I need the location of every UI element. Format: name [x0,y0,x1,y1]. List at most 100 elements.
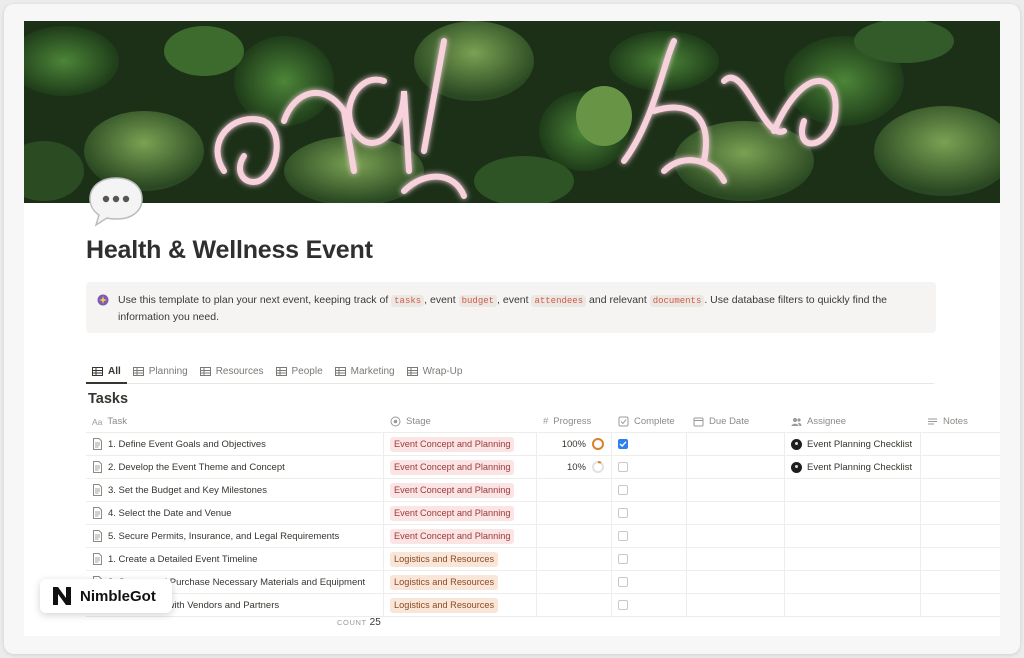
progress-cell[interactable] [537,594,612,616]
assignee-cell[interactable] [785,525,921,547]
callout-text: , event [497,294,532,306]
column-task[interactable]: Aa Task [86,411,384,432]
table-row[interactable]: 2. Source and Purchase Necessary Materia… [86,571,1000,594]
table-row[interactable]: 5. Secure Permits, Insurance, and Legal … [86,525,1000,548]
notes-cell[interactable] [921,479,1000,501]
column-due-date[interactable]: Due Date [687,411,785,432]
stage-cell[interactable]: Event Concept and Planning [384,479,537,501]
due-date-cell[interactable] [687,502,785,524]
progress-cell[interactable]: 10% [537,456,612,478]
stage-cell[interactable]: Event Concept and Planning [384,502,537,524]
notes-cell[interactable] [921,502,1000,524]
complete-checkbox[interactable] [618,485,628,495]
due-date-cell[interactable] [687,548,785,570]
task-cell[interactable]: 4. Select the Date and Venue [86,502,384,524]
text-property-icon: Aa [92,416,103,427]
task-name[interactable]: 3. Set the Budget and Key Milestones [108,485,267,496]
number-property-icon: # [543,416,549,427]
task-name[interactable]: 4. Select the Date and Venue [108,508,232,519]
callout-block[interactable]: Use this template to plan your next even… [86,282,936,333]
stage-tag: Logistics and Resources [390,551,499,567]
due-date-cell[interactable] [687,594,785,616]
notes-cell[interactable] [921,433,1000,455]
complete-checkbox[interactable] [618,439,628,449]
view-tabs: All Planning Resources People Marketing … [86,360,934,384]
stage-cell[interactable]: Logistics and Resources [384,571,537,593]
notes-cell[interactable] [921,456,1000,478]
progress-cell[interactable] [537,502,612,524]
notes-cell[interactable] [921,525,1000,547]
complete-checkbox[interactable] [618,600,628,610]
task-cell[interactable]: 1. Create a Detailed Event Timeline [86,548,384,570]
due-date-cell[interactable] [687,479,785,501]
complete-checkbox[interactable] [618,462,628,472]
tab-resources[interactable]: Resources [194,360,270,383]
assignee-cell[interactable] [785,479,921,501]
progress-fill [592,438,604,450]
complete-cell[interactable] [612,571,687,593]
task-name[interactable]: 2. Develop the Event Theme and Concept [108,462,285,473]
complete-checkbox[interactable] [618,508,628,518]
column-complete[interactable]: Complete [612,411,687,432]
speech-bubble-icon[interactable] [86,172,146,232]
stage-cell[interactable]: Event Concept and Planning [384,456,537,478]
table-row[interactable]: 2. Develop the Event Theme and Concept E… [86,456,1000,479]
table-row[interactable]: 3. Coordinate with Vendors and Partners … [86,594,1000,617]
due-date-cell[interactable] [687,433,785,455]
task-name[interactable]: 1. Define Event Goals and Objectives [108,439,266,450]
database-title[interactable]: Tasks [88,391,128,407]
assignee-cell[interactable]: Event Planning Checklist [785,433,921,455]
column-notes[interactable]: Notes [921,411,1000,432]
assignee-cell[interactable] [785,571,921,593]
tab-people[interactable]: People [270,360,329,383]
notes-cell[interactable] [921,548,1000,570]
complete-cell[interactable] [612,502,687,524]
task-name[interactable]: 5. Secure Permits, Insurance, and Legal … [108,531,339,542]
table-row[interactable]: 4. Select the Date and Venue Event Conce… [86,502,1000,525]
stage-tag: Event Concept and Planning [390,482,515,498]
complete-checkbox[interactable] [618,577,628,587]
task-cell[interactable]: 1. Define Event Goals and Objectives [86,433,384,455]
table-row[interactable]: 1. Create a Detailed Event Timeline Logi… [86,548,1000,571]
due-date-cell[interactable] [687,456,785,478]
stage-cell[interactable]: Logistics and Resources [384,548,537,570]
complete-cell[interactable] [612,548,687,570]
due-date-cell[interactable] [687,571,785,593]
due-date-cell[interactable] [687,525,785,547]
notes-cell[interactable] [921,594,1000,616]
complete-cell[interactable] [612,433,687,455]
complete-cell[interactable] [612,525,687,547]
task-cell[interactable]: 2. Develop the Event Theme and Concept [86,456,384,478]
assignee-cell[interactable]: Event Planning Checklist [785,456,921,478]
complete-cell[interactable] [612,456,687,478]
assignee-cell[interactable] [785,548,921,570]
assignee-cell[interactable] [785,502,921,524]
column-stage[interactable]: Stage [384,411,537,432]
tab-all[interactable]: All [86,360,127,384]
task-cell[interactable]: 3. Set the Budget and Key Milestones [86,479,384,501]
progress-cell[interactable] [537,571,612,593]
task-name[interactable]: 1. Create a Detailed Event Timeline [108,554,257,565]
complete-cell[interactable] [612,479,687,501]
column-progress[interactable]: # Progress [537,411,612,432]
complete-checkbox[interactable] [618,531,628,541]
notes-cell[interactable] [921,571,1000,593]
progress-cell[interactable] [537,479,612,501]
complete-cell[interactable] [612,594,687,616]
column-assignee[interactable]: Assignee [785,411,921,432]
assignee-cell[interactable] [785,594,921,616]
complete-checkbox[interactable] [618,554,628,564]
progress-cell[interactable]: 100% [537,433,612,455]
tab-wrap-up[interactable]: Wrap-Up [401,360,469,383]
page-title[interactable]: Health & Wellness Event [86,236,373,265]
task-cell[interactable]: 5. Secure Permits, Insurance, and Legal … [86,525,384,547]
stage-cell[interactable]: Event Concept and Planning [384,433,537,455]
table-row[interactable]: 1. Define Event Goals and Objectives Eve… [86,433,1000,456]
tab-planning[interactable]: Planning [127,360,194,383]
stage-cell[interactable]: Logistics and Resources [384,594,537,616]
progress-cell[interactable] [537,548,612,570]
table-row[interactable]: 3. Set the Budget and Key Milestones Eve… [86,479,1000,502]
stage-cell[interactable]: Event Concept and Planning [384,525,537,547]
progress-cell[interactable] [537,525,612,547]
tab-marketing[interactable]: Marketing [329,360,401,383]
